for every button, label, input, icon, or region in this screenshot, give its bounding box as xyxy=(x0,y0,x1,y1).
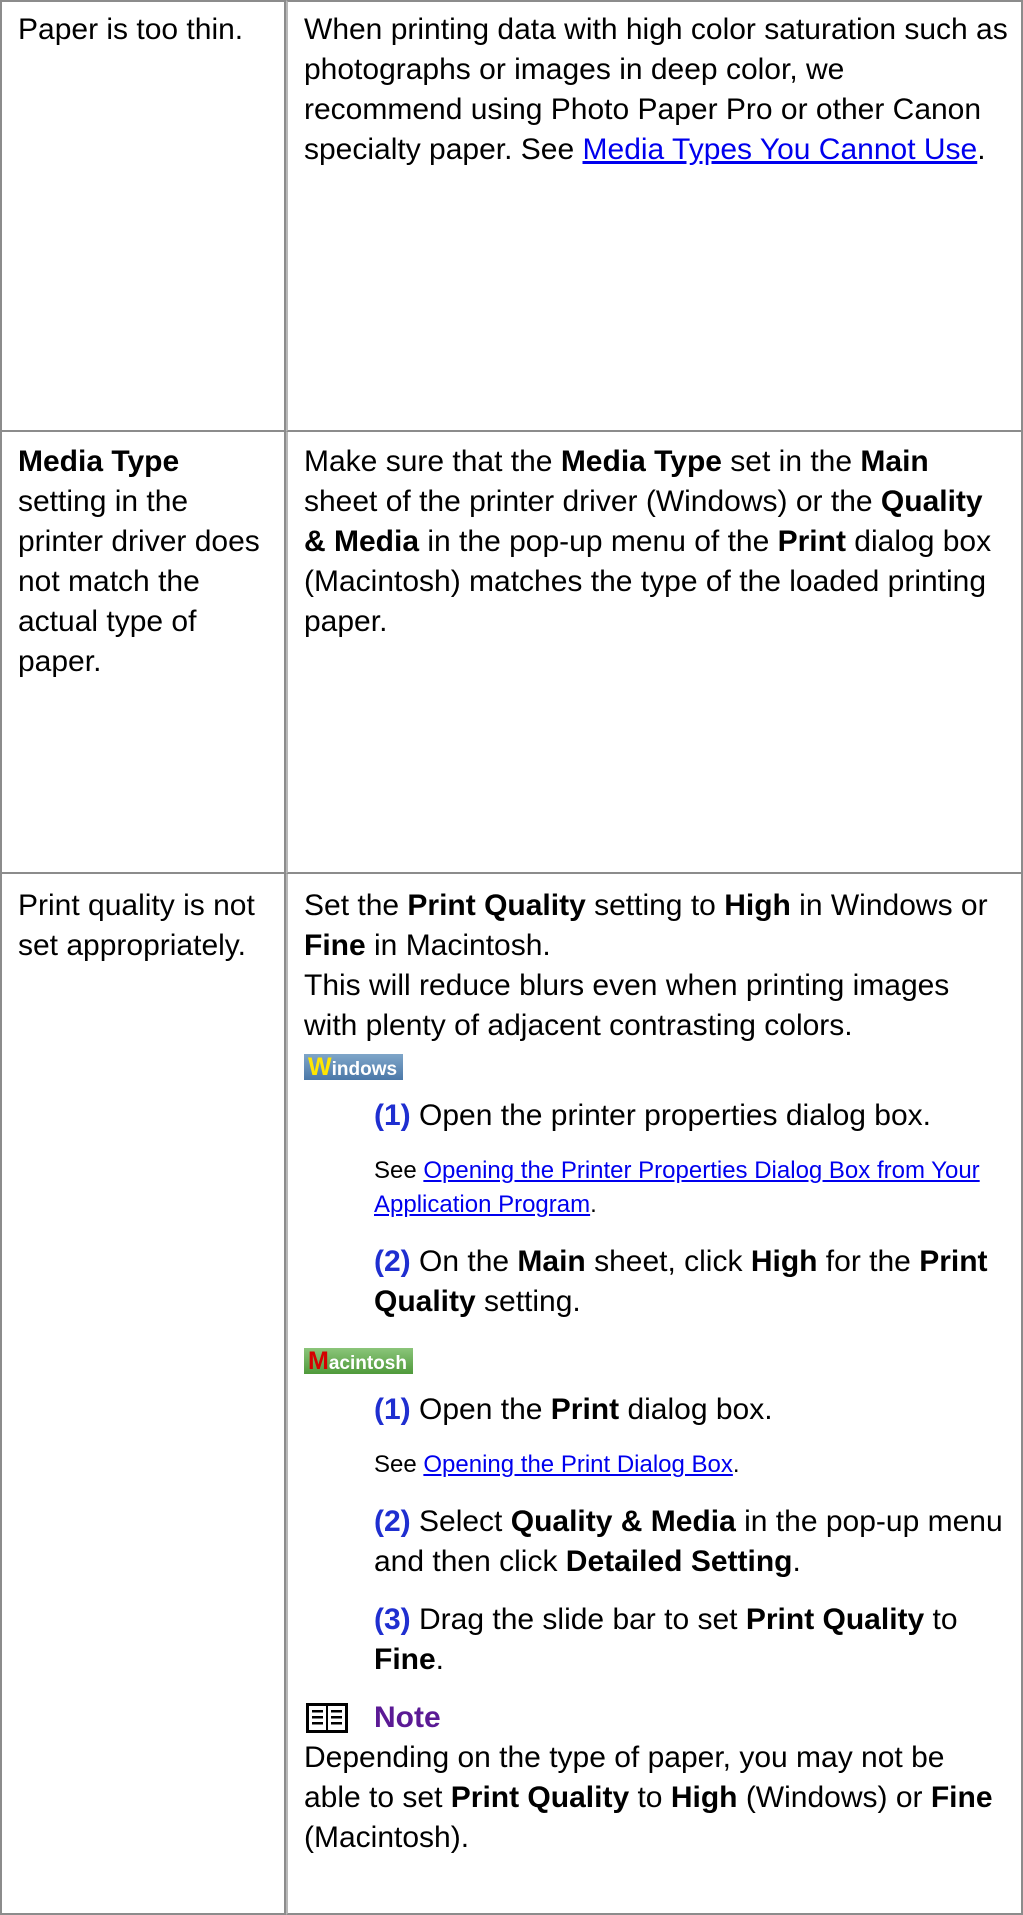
logo-text: indows xyxy=(331,1059,398,1080)
see-end: . xyxy=(732,1451,740,1478)
print-term: Print xyxy=(550,1393,620,1426)
main-term: Main xyxy=(860,445,929,478)
solution-text: in the pop-up menu of the xyxy=(419,525,778,558)
intro-paragraph: Set the Print Quality setting to High in… xyxy=(304,886,1009,966)
book-icon xyxy=(306,1703,348,1733)
print-dialog-link[interactable]: Opening the Print Dialog Box xyxy=(423,1451,733,1478)
logo-text: acintosh xyxy=(328,1353,407,1374)
cause-cell: Media Type setting in the printer driver… xyxy=(0,432,286,874)
high-term: High xyxy=(670,1781,738,1814)
fine-term: Fine xyxy=(304,929,366,962)
fine-term: Fine xyxy=(374,1643,436,1676)
mac-step-1: (1) Open the Print dialog box. xyxy=(304,1390,1009,1430)
print-term: Print xyxy=(777,525,846,558)
solution-cell: Make sure that the Media Type set in the… xyxy=(286,432,1023,874)
media-types-link[interactable]: Media Types You Cannot Use xyxy=(583,133,978,166)
mac-see: See Opening the Print Dialog Box. xyxy=(304,1448,1009,1482)
note-text: Depending on the type of paper, you may … xyxy=(304,1738,1009,1858)
mac-step-2: (2) Select Quality & Media in the pop-up… xyxy=(304,1502,1009,1582)
high-term: High xyxy=(750,1245,818,1278)
detailed-setting-term: Detailed Setting xyxy=(565,1545,793,1578)
windows-step-2: (2) On the Main sheet, click High for th… xyxy=(304,1242,1009,1322)
cause-cell: Paper is too thin. xyxy=(0,0,286,432)
cause-text: Print quality is not set appropriately. xyxy=(18,889,255,962)
windows-logo-icon: Windows xyxy=(304,1053,404,1081)
step-text: setting. xyxy=(475,1285,581,1318)
print-quality-term: Print Quality xyxy=(407,889,586,922)
note-title: Note xyxy=(374,1701,441,1734)
mac-step-3: (3) Drag the slide bar to set Print Qual… xyxy=(304,1600,1009,1680)
text: Set the xyxy=(304,889,408,922)
media-type-term: Media Type xyxy=(560,445,722,478)
printer-properties-link[interactable]: Opening the Printer Properties Dialog Bo… xyxy=(374,1157,980,1218)
cause-text: Paper is too thin. xyxy=(18,13,244,46)
step-text: dialog box. xyxy=(619,1393,773,1426)
text: in Windows or xyxy=(790,889,988,922)
step-text: Drag the slide bar to set xyxy=(410,1603,746,1636)
cause-cell: Print quality is not set appropriately. xyxy=(0,874,286,1915)
step-text: Open the xyxy=(410,1393,551,1426)
note-header: Note xyxy=(304,1698,1009,1738)
logo-letter: W xyxy=(308,1053,332,1081)
step-number: (1) xyxy=(374,1099,411,1132)
step-number: (2) xyxy=(374,1505,411,1538)
note-part: (Macintosh). xyxy=(304,1821,470,1854)
high-term: High xyxy=(724,889,791,922)
step-text: . xyxy=(792,1545,801,1578)
text: in Macintosh. xyxy=(365,929,551,962)
windows-see: See Opening the Printer Properties Dialo… xyxy=(304,1154,1009,1222)
cause-text: setting in the printer driver does not m… xyxy=(18,485,260,678)
table-row: Media Type setting in the printer driver… xyxy=(0,432,1023,874)
see-end: . xyxy=(590,1191,597,1218)
main-term: Main xyxy=(517,1245,586,1278)
step-number: (2) xyxy=(374,1245,411,1278)
fine-term: Fine xyxy=(930,1781,993,1814)
table-row: Paper is too thin. When printing data wi… xyxy=(0,0,1023,432)
step-text: On the xyxy=(410,1245,518,1278)
step-text: to xyxy=(924,1603,958,1636)
solution-text: Make sure that the xyxy=(304,445,561,478)
solution-text: set in the xyxy=(721,445,861,478)
table-row: Print quality is not set appropriately. … xyxy=(0,874,1023,1915)
cause-bold: Media Type xyxy=(18,445,180,478)
print-quality-term: Print Quality xyxy=(450,1781,630,1814)
solution-cell: When printing data with high color satur… xyxy=(286,0,1023,432)
intro-note: This will reduce blurs even when printin… xyxy=(304,969,950,1042)
solution-end: . xyxy=(977,133,986,166)
see-label: See xyxy=(374,1157,424,1184)
note-part: (Windows) or xyxy=(737,1781,931,1814)
logo-letter: M xyxy=(308,1347,329,1375)
quality-media-term: Quality & Media xyxy=(510,1505,736,1538)
windows-step-1: (1) Open the printer properties dialog b… xyxy=(304,1096,1009,1136)
macintosh-logo-icon: Macintosh xyxy=(304,1348,413,1374)
print-quality-term: Print Quality xyxy=(745,1603,925,1636)
troubleshooting-table: Paper is too thin. When printing data wi… xyxy=(0,0,1023,1915)
text: setting to xyxy=(585,889,725,922)
see-label: See xyxy=(374,1451,424,1478)
step-number: (3) xyxy=(374,1603,411,1636)
step-text: Select xyxy=(410,1505,511,1538)
solution-text: sheet of the printer driver (Windows) or… xyxy=(304,485,881,518)
step-text: for the xyxy=(817,1245,920,1278)
step-number: (1) xyxy=(374,1393,411,1426)
step-text: Open the printer properties dialog box. xyxy=(410,1099,931,1132)
solution-cell: Set the Print Quality setting to High in… xyxy=(286,874,1023,1915)
step-text: sheet, click xyxy=(585,1245,751,1278)
note-part: to xyxy=(629,1781,671,1814)
step-text: . xyxy=(435,1643,445,1676)
